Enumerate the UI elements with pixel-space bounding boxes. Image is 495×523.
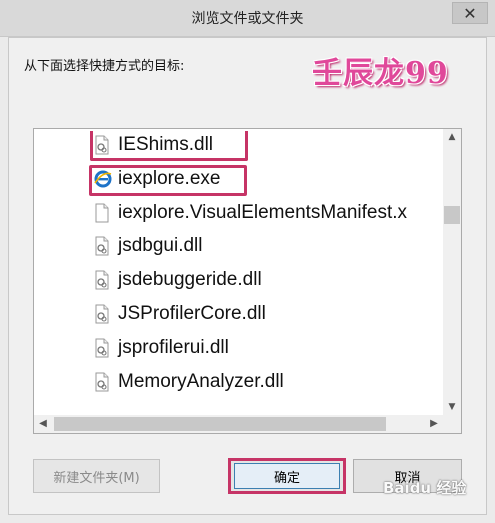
baidu-watermark: Baidu 经验 xyxy=(383,479,467,497)
ok-button[interactable]: 确定 xyxy=(228,458,346,494)
vertical-scroll-thumb[interactable] xyxy=(444,206,460,224)
prompt-label: 从下面选择快捷方式的目标: xyxy=(24,59,185,74)
blank-file-icon xyxy=(94,203,110,223)
file-name: JSProfilerCore.dll xyxy=(118,303,266,324)
list-item[interactable]: jsprofilerui.dll xyxy=(94,334,229,362)
list-item[interactable]: MemoryAnalyzer.dll xyxy=(94,368,284,396)
ok-button-label: 确定 xyxy=(234,463,340,489)
horizontal-scrollbar[interactable]: ◀ ▶ xyxy=(34,415,443,433)
vertical-scrollbar[interactable]: ▲ ▼ xyxy=(443,129,461,416)
highlight-box-top xyxy=(90,131,248,161)
file-name: jsprofilerui.dll xyxy=(118,337,229,358)
scroll-right-icon[interactable]: ▶ xyxy=(425,415,443,433)
close-icon: ✕ xyxy=(463,3,477,23)
file-name: jsdbgui.dll xyxy=(118,235,203,256)
highlight-box-selected xyxy=(89,165,247,196)
dll-file-icon xyxy=(94,270,110,290)
watermark-text: 壬辰龙99 xyxy=(312,56,449,91)
title-bar: 浏览文件或文件夹 ✕ xyxy=(0,0,495,37)
scroll-down-icon[interactable]: ▼ xyxy=(443,399,461,415)
window-title: 浏览文件或文件夹 xyxy=(191,11,304,27)
scroll-left-icon[interactable]: ◀ xyxy=(34,415,52,433)
new-folder-button[interactable]: 新建文件夹(M) xyxy=(33,459,160,493)
list-item[interactable]: JSProfilerCore.dll xyxy=(94,300,266,328)
scrollbar-corner xyxy=(443,415,461,433)
file-name: MemoryAnalyzer.dll xyxy=(118,371,284,392)
dll-file-icon xyxy=(94,372,110,392)
list-item[interactable]: jsdbgui.dll xyxy=(94,232,203,260)
file-name: jsdebuggeride.dll xyxy=(118,269,262,290)
list-item[interactable]: iexplore.VisualElementsManifest.x xyxy=(94,199,407,227)
horizontal-scroll-thumb[interactable] xyxy=(54,417,386,431)
list-item[interactable]: jsdebuggeride.dll xyxy=(94,266,262,294)
file-name: iexplore.VisualElementsManifest.x xyxy=(118,202,408,223)
dll-file-icon xyxy=(94,304,110,324)
close-button[interactable]: ✕ xyxy=(452,2,488,24)
dll-file-icon xyxy=(94,338,110,358)
dll-file-icon xyxy=(94,236,110,256)
scroll-up-icon[interactable]: ▲ xyxy=(443,129,461,145)
